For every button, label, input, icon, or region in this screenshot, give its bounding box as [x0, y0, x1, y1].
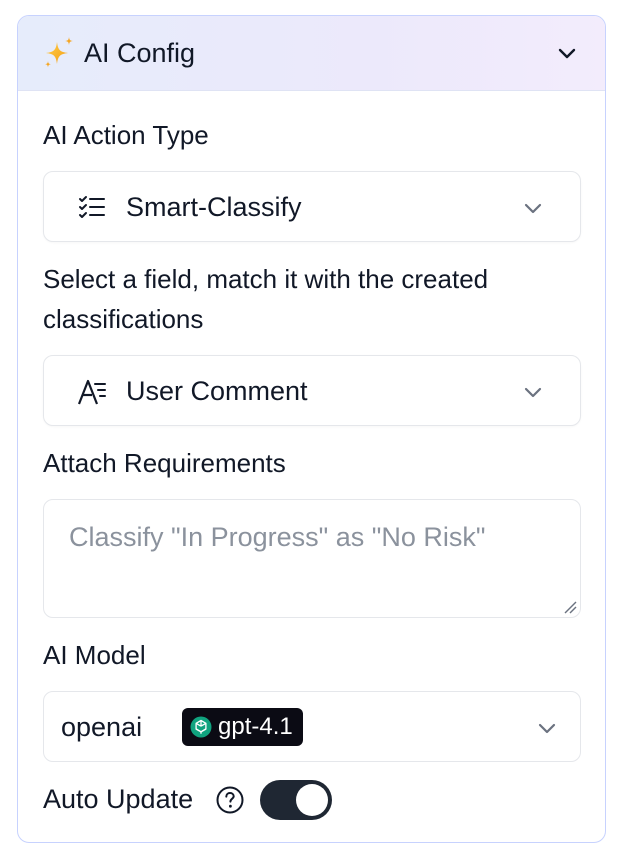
openai-icon — [190, 716, 212, 738]
panel-title: AI Config — [84, 38, 196, 68]
requirements-label: Attach Requirements — [43, 448, 286, 478]
field-label-line2: classifications — [43, 304, 204, 334]
field-value: User Comment — [126, 376, 308, 406]
auto-update-toggle[interactable] — [260, 780, 332, 820]
resize-handle-icon[interactable] — [563, 600, 577, 614]
model-badge: gpt-4.1 — [182, 708, 303, 746]
text-field-icon — [77, 379, 106, 405]
chevron-down-icon[interactable] — [556, 42, 578, 64]
sparkles-icon — [45, 37, 73, 68]
checklist-icon — [79, 196, 105, 218]
field-label-line1: Select a field, match it with the create… — [43, 264, 489, 294]
ai-config-header[interactable]: AI Config — [18, 16, 605, 91]
field-select[interactable]: User Comment — [43, 355, 581, 426]
ai-model-label: AI Model — [43, 640, 146, 670]
ai-model-select[interactable]: openai gpt-4.1 — [43, 691, 581, 762]
help-circle-icon[interactable] — [216, 786, 244, 814]
model-provider: openai — [61, 712, 143, 742]
action-type-label: AI Action Type — [43, 120, 209, 150]
ai-config-panel: AI Config AI Action Type Smart-Classify … — [17, 15, 606, 843]
toggle-knob — [296, 784, 328, 816]
requirements-placeholder: Classify "In Progress" as "No Risk" — [69, 522, 486, 552]
chevron-down-icon — [524, 387, 542, 398]
model-name: gpt-4.1 — [218, 713, 293, 740]
chevron-down-icon — [538, 723, 556, 734]
auto-update-label: Auto Update — [43, 784, 194, 814]
action-type-select[interactable]: Smart-Classify — [43, 171, 581, 242]
auto-update-row: Auto Update — [43, 778, 443, 820]
requirements-textarea[interactable]: Classify "In Progress" as "No Risk" — [43, 499, 581, 618]
chevron-down-icon — [524, 203, 542, 214]
action-type-value: Smart-Classify — [126, 192, 302, 222]
